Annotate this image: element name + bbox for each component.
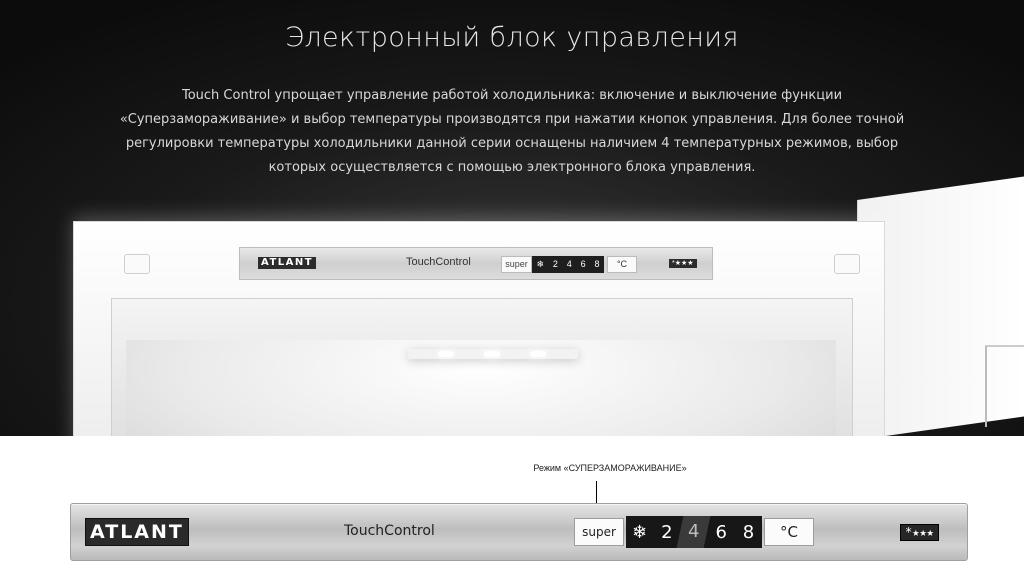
temperature-level-2[interactable]: 2 — [653, 522, 680, 543]
mini-unit-button[interactable]: °C — [607, 256, 637, 273]
hero-section: Электронный блок управления Touch Contro… — [0, 0, 1024, 436]
temperature-level-4-active[interactable]: 4 — [677, 516, 712, 548]
page-title: Электронный блок управления — [285, 22, 739, 53]
control-panel-detail: ATLANT TouchControl super ❄ 2 4 6 8 °C *… — [70, 503, 968, 561]
mini-control-panel: ATLANT TouchControl super ❄ 2 4 6 8 °C *… — [239, 247, 713, 280]
mini-snowflake-icon: ❄ — [536, 259, 544, 269]
fridge-light — [408, 349, 578, 359]
brand-logo: ATLANT — [85, 518, 189, 546]
mini-freezer-stars-icon: *★★★ — [669, 259, 697, 268]
door-shelf — [985, 345, 1024, 427]
mini-level: 8 — [594, 259, 600, 269]
celsius-button[interactable]: °C — [764, 518, 814, 546]
mini-level: 4 — [566, 259, 572, 269]
temperature-level-8[interactable]: 8 — [735, 522, 762, 543]
super-freeze-mode-label: Режим «СУПЕРЗАМОРАЖИВАНИЕ» — [533, 463, 687, 473]
super-button[interactable]: super — [574, 518, 624, 546]
temperature-display: ❄ 2 4 6 8 — [626, 516, 762, 548]
mini-temperature-display: ❄ 2 4 6 8 — [532, 256, 604, 273]
mini-brand-logo: ATLANT — [258, 257, 317, 269]
snowflake-icon: ❄ — [632, 521, 648, 543]
mini-super-button[interactable]: super — [501, 256, 532, 273]
temperature-level-6[interactable]: 6 — [708, 522, 735, 543]
mini-touchcontrol-label: TouchControl — [406, 256, 471, 268]
touchcontrol-label: TouchControl — [344, 523, 435, 539]
mini-level: 2 — [552, 259, 558, 269]
mini-level: 6 — [580, 259, 586, 269]
hinge-left — [124, 254, 150, 274]
freezer-stars-icon: *★★★ — [900, 524, 939, 541]
description-text: Touch Control упрощает управление работо… — [119, 88, 905, 175]
hinge-right — [834, 254, 860, 274]
